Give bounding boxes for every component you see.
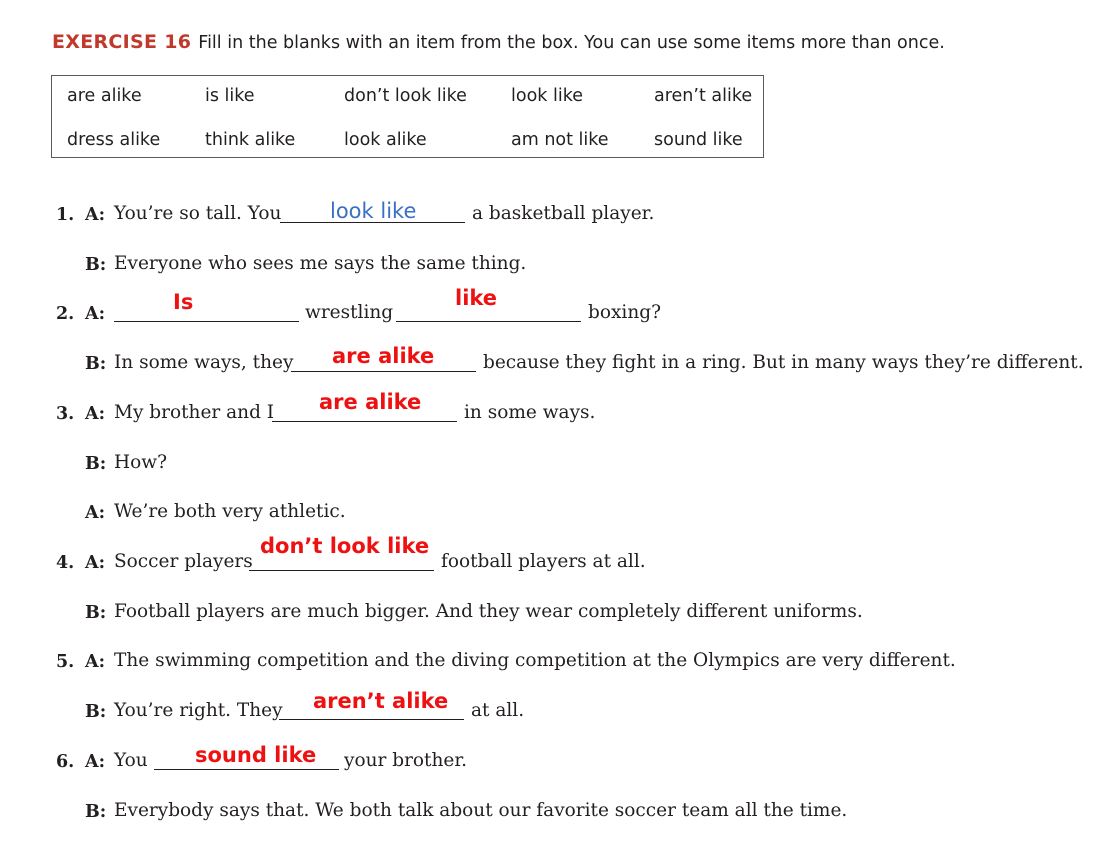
prompt-text: You’re so tall. You <box>114 203 282 224</box>
item-number: 5. <box>56 652 75 672</box>
prompt-text: My brother and I <box>114 402 275 423</box>
item-number: 4. <box>56 553 75 573</box>
prompt-text: a basketball player. <box>472 203 655 224</box>
filled-answer: are alike <box>319 390 422 414</box>
speaker-b: B: <box>85 255 107 275</box>
response-text: You’re right. They <box>114 700 283 721</box>
word-box-item: are alike <box>67 86 142 106</box>
answer-blank[interactable] <box>154 769 339 770</box>
word-box: are alike is like don’t look like look l… <box>51 75 764 158</box>
filled-answer: are alike <box>332 344 435 368</box>
filled-answer: Is <box>173 290 194 314</box>
speaker-a: A: <box>85 752 106 772</box>
exercise-instructions: Fill in the blanks with an item from the… <box>198 33 945 53</box>
word-box-item: sound like <box>654 130 743 150</box>
speaker-a: A: <box>85 553 106 573</box>
response-text: In some ways, they <box>114 352 294 373</box>
speaker-a: A: <box>85 304 106 324</box>
word-box-item: aren’t alike <box>654 86 753 106</box>
word-box-item: dress alike <box>67 130 161 150</box>
exercise-heading: EXERCISE 16 Fill in the blanks with an it… <box>52 31 945 53</box>
answer-blank[interactable] <box>279 719 464 720</box>
filled-answer: look like <box>330 199 417 223</box>
item-number: 3. <box>56 404 75 424</box>
word-box-item: look alike <box>344 130 427 150</box>
answer-blank[interactable] <box>396 321 581 322</box>
filled-answer: sound like <box>195 743 317 767</box>
speaker-b: B: <box>85 603 107 623</box>
speaker-a: A: <box>85 404 106 424</box>
answer-blank[interactable] <box>272 421 457 422</box>
response-text: How? <box>114 452 168 473</box>
response-text: Everybody says that. We both talk about … <box>114 800 848 821</box>
answer-blank[interactable] <box>249 570 434 571</box>
filled-answer: don’t look like <box>260 534 430 558</box>
prompt-text: in some ways. <box>464 402 596 423</box>
prompt-text: You <box>114 750 148 771</box>
speaker-b: B: <box>85 354 107 374</box>
word-box-item: look like <box>511 86 583 106</box>
speaker-b: B: <box>85 454 107 474</box>
word-box-item: don’t look like <box>344 86 467 106</box>
prompt-text: We’re both very athletic. <box>114 501 346 522</box>
word-box-item: am not like <box>511 130 609 150</box>
filled-answer: aren’t alike <box>313 689 449 713</box>
filled-answer: like <box>455 286 498 310</box>
prompt-text: wrestling <box>305 302 394 323</box>
answer-blank[interactable] <box>114 321 299 322</box>
answer-blank[interactable] <box>291 371 476 372</box>
item-number: 6. <box>56 752 75 772</box>
prompt-text: football players at all. <box>441 551 646 572</box>
speaker-b: B: <box>85 802 107 822</box>
response-text: at all. <box>471 700 525 721</box>
prompt-text: The swimming competition and the diving … <box>114 650 956 671</box>
prompt-text: boxing? <box>588 302 662 323</box>
response-text: because they fight in a ring. But in man… <box>483 352 1084 373</box>
item-number: 1. <box>56 205 75 225</box>
speaker-b: B: <box>85 702 107 722</box>
word-box-item: is like <box>205 86 255 106</box>
word-box-item: think alike <box>205 130 296 150</box>
response-text: Everyone who sees me says the same thing… <box>114 253 527 274</box>
item-number: 2. <box>56 304 75 324</box>
speaker-a: A: <box>85 205 106 225</box>
exercise-label: EXERCISE 16 <box>52 31 192 53</box>
speaker-a: A: <box>85 652 106 672</box>
speaker-a: A: <box>85 503 106 523</box>
prompt-text: Soccer players <box>114 551 253 572</box>
prompt-text: your brother. <box>344 750 468 771</box>
response-text: Football players are much bigger. And th… <box>114 601 863 622</box>
